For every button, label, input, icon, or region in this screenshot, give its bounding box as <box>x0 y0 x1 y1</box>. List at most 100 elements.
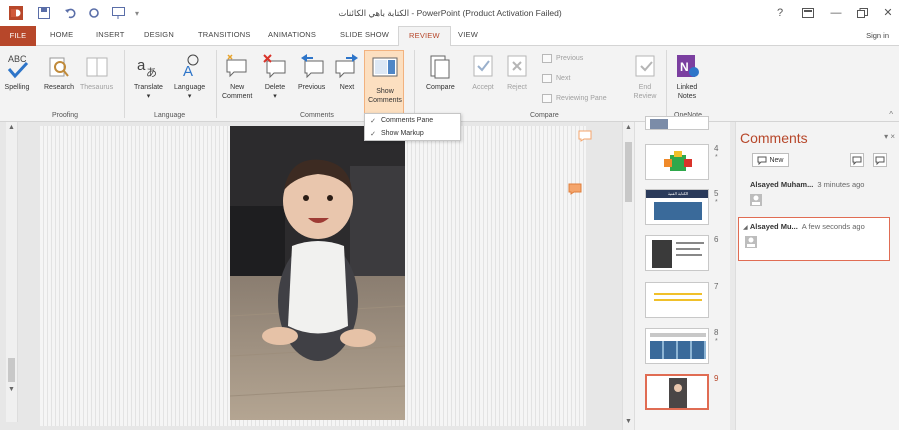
language-button[interactable]: A Language ▾ <box>174 52 205 101</box>
end-review-label: End Review <box>633 84 657 100</box>
end-review-icon <box>632 52 658 80</box>
slide-thumbnail-4[interactable] <box>645 144 709 180</box>
group-separator <box>414 50 415 118</box>
minimize-button[interactable]: — <box>826 5 846 21</box>
compare-group-label: Compare <box>530 112 559 119</box>
restore-icon[interactable] <box>852 5 872 21</box>
slide-thumbnail-6[interactable] <box>645 235 709 271</box>
show-comments-label: Show Comments <box>368 88 402 104</box>
ribbon-display-options-icon[interactable] <box>798 5 818 21</box>
window-title: الكتابة باهي الكائنات - PowerPoint (Prod… <box>338 8 562 18</box>
scroll-up-icon[interactable]: ▲ <box>625 124 632 131</box>
editor-scrollbar[interactable]: ▲ ▼ <box>622 122 634 430</box>
save-icon[interactable] <box>36 5 52 21</box>
tab-transitions[interactable]: TRANSITIONS <box>198 30 251 39</box>
compare-button[interactable]: Compare <box>426 52 455 92</box>
group-separator <box>666 50 667 118</box>
new-comment-button[interactable]: New Comment <box>222 52 252 101</box>
presentation-icon[interactable] <box>110 5 126 21</box>
slide-thumbnail-8[interactable] <box>645 328 709 364</box>
previous-label: Previous <box>298 84 326 91</box>
new-comment-pane-button[interactable]: New <box>752 153 789 167</box>
accept-icon <box>470 52 496 80</box>
translate-label: Translate <box>134 84 163 91</box>
menu-item-comments-pane[interactable]: ✓ Comments Pane <box>365 114 460 127</box>
scroll-up-icon[interactable]: ▲ <box>8 124 15 131</box>
translate-button[interactable]: aあ Translate ▾ <box>134 52 163 101</box>
powerpoint-logo-icon <box>8 5 24 21</box>
compare-icon <box>427 52 453 80</box>
thesaurus-label: Thesaurus <box>80 84 114 91</box>
slide-thumbnail-5[interactable]: الكتابة الفنية <box>645 189 709 225</box>
show-comments-button[interactable]: Show Comments <box>364 50 404 114</box>
close-button[interactable]: ✕ <box>878 5 898 21</box>
undo-icon[interactable] <box>62 5 78 21</box>
comment-marker-icon[interactable] <box>578 130 592 144</box>
previous-comment-pane-icon[interactable] <box>850 153 864 167</box>
previous-comment-icon <box>299 52 325 80</box>
show-comments-dropdown-menu: ✓ Comments Pane ✓ Show Markup <box>364 113 461 141</box>
comments-pane: Comments ▾ × New Alsayed Muham... 3 minut… <box>735 122 899 430</box>
previous-change-button[interactable]: Previous <box>542 54 583 63</box>
comment-item-selected[interactable]: ◢ Alsayed Mu... A few seconds ago <box>738 217 890 261</box>
reject-label: Reject <box>507 84 527 91</box>
sign-in-link[interactable]: Sign in <box>866 31 889 40</box>
scroll-down-icon[interactable]: ▼ <box>625 418 632 425</box>
customize-qat-icon[interactable]: ▾ <box>132 5 142 21</box>
scroll-thumb[interactable] <box>625 142 632 202</box>
spelling-button[interactable]: ABC Spelling <box>4 52 30 92</box>
next-comment-pane-icon[interactable] <box>873 153 887 167</box>
abc-label: ABC <box>8 54 27 64</box>
reviewing-pane-label: Reviewing Pane <box>556 95 607 102</box>
title-bar: ▾ الكتابة باهي الكائنات - PowerPoint (Pr… <box>0 0 899 26</box>
next-change-button[interactable]: Next <box>542 74 570 83</box>
tab-insert[interactable]: INSERT <box>96 30 125 39</box>
reject-icon <box>504 52 530 80</box>
delete-comment-button[interactable]: Delete ▾ <box>262 52 288 101</box>
ribbon-tabs: FILE HOME INSERT DESIGN TRANSITIONS ANIM… <box>0 26 899 47</box>
tab-view[interactable]: VIEW <box>458 30 478 39</box>
slide-photo[interactable] <box>230 126 405 420</box>
tab-home[interactable]: HOME <box>50 30 73 39</box>
redo-icon[interactable] <box>86 5 102 21</box>
research-button[interactable]: Research <box>44 52 74 92</box>
expand-comment-icon[interactable]: ◢ <box>743 225 748 231</box>
linked-notes-label: Linked Notes <box>676 84 698 100</box>
comment-marker-active-icon[interactable] <box>568 183 582 197</box>
next-comment-button[interactable]: Next <box>334 52 360 92</box>
transition-star-icon: * <box>715 338 718 345</box>
pane-options-icon[interactable]: ▾ × <box>884 132 895 141</box>
slide-thumbnail-3[interactable] <box>645 116 709 130</box>
svg-text:A: A <box>183 63 193 80</box>
tab-slide-show[interactable]: SLIDE SHOW <box>340 30 389 39</box>
previous-comment-button[interactable]: Previous <box>298 52 325 92</box>
menu-item-show-markup[interactable]: ✓ Show Markup <box>365 127 460 140</box>
slide-number-7: 7 <box>714 282 719 291</box>
research-icon <box>46 52 72 80</box>
thesaurus-button[interactable]: Thesaurus <box>80 52 113 92</box>
collapse-ribbon-icon[interactable]: ^ <box>889 110 893 119</box>
reviewing-pane-button[interactable]: Reviewing Pane <box>542 94 607 103</box>
delete-comment-icon <box>262 52 288 80</box>
help-button[interactable]: ? <box>770 5 790 21</box>
accept-button[interactable]: Accept <box>470 52 496 92</box>
child-photo-image <box>230 126 405 420</box>
linked-notes-button[interactable]: N Linked Notes <box>674 52 700 101</box>
slide-thumbnail-9-selected[interactable] <box>645 374 709 410</box>
language-dropdown-icon: ▾ <box>187 93 192 100</box>
comment-item[interactable]: Alsayed Muham... 3 minutes ago <box>750 180 899 206</box>
reject-button[interactable]: Reject <box>504 52 530 92</box>
transition-star-icon: * <box>715 199 718 206</box>
tab-review[interactable]: REVIEW <box>398 26 451 47</box>
tab-design[interactable]: DESIGN <box>144 30 174 39</box>
scroll-thumb[interactable] <box>8 358 15 382</box>
tab-animations[interactable]: ANIMATIONS <box>268 30 316 39</box>
tab-file[interactable]: FILE <box>0 26 36 46</box>
onenote-icon: N <box>674 52 700 80</box>
ribbon: ABC Spelling Research Thesaurus Proofing… <box>0 46 899 122</box>
left-scrollbar[interactable]: ▲ ▼ <box>6 122 18 422</box>
slide-number-8: 8 <box>714 328 719 337</box>
end-review-button[interactable]: End Review <box>632 52 658 101</box>
scroll-down-icon[interactable]: ▼ <box>8 386 15 393</box>
slide-thumbnail-7[interactable] <box>645 282 709 318</box>
